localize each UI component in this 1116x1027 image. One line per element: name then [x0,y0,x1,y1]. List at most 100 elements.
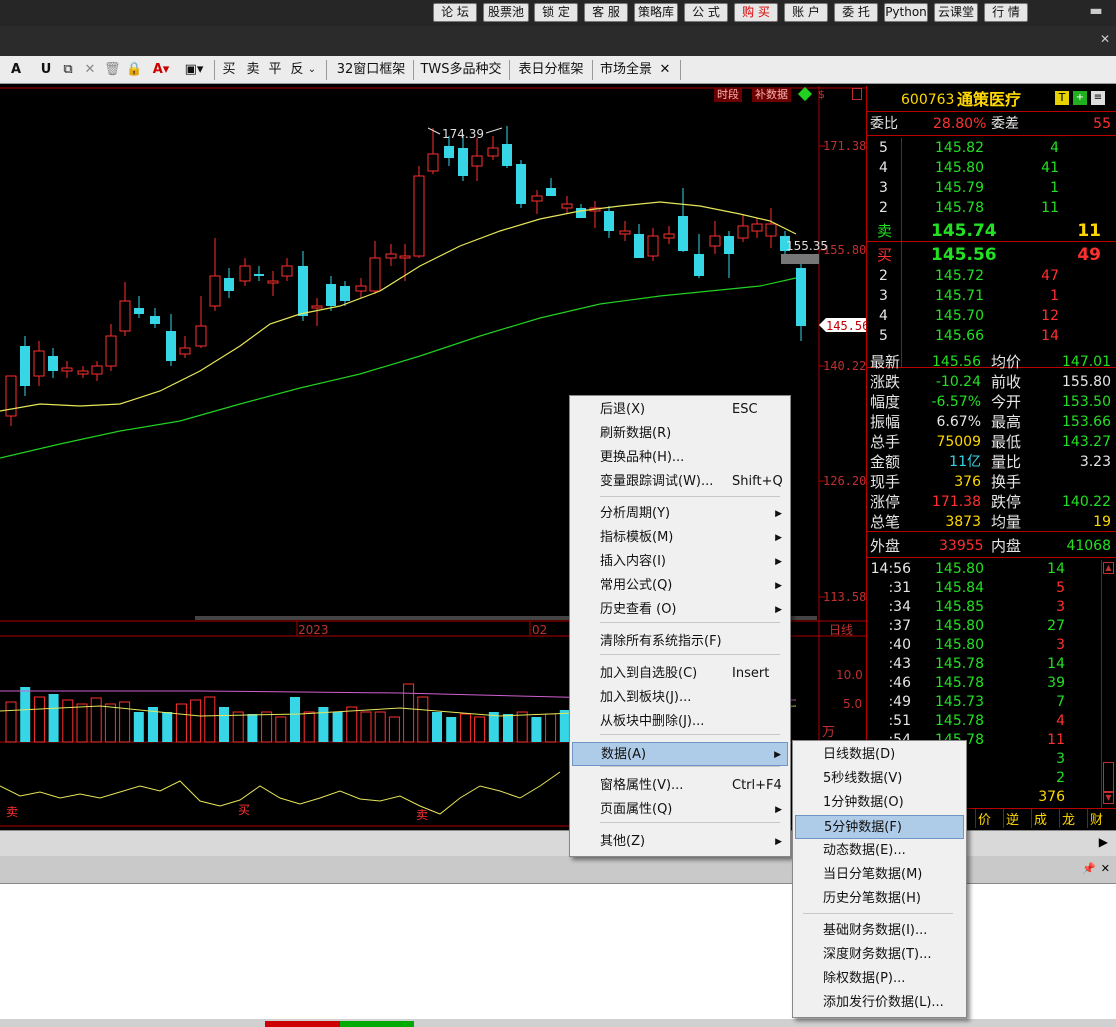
scroll-thumb[interactable] [1103,762,1114,792]
context-menu-item[interactable]: 窗格属性(V)... Ctrl+F4 [572,774,788,798]
bid-row[interactable]: 4 145.70 12 [867,306,1116,326]
scroll-right-icon[interactable]: ▶ [1099,835,1108,849]
tick-row: :43 145.78 14 [867,655,1101,674]
expand-icon[interactable]: + [1073,91,1087,105]
submenu-item[interactable]: 除权数据(P)... [795,967,964,991]
context-menu-item[interactable]: 从板块中删除(J)... [572,710,788,734]
tab-market-panorama[interactable]: 市场全景 [598,60,654,80]
context-menu-item[interactable]: 插入内容(I) ▶ [572,550,788,574]
submenu-item[interactable]: 添加发行价数据(L)... [795,991,964,1015]
close-position-tool[interactable]: 平 [266,60,284,80]
buy-button[interactable]: 购 买 [734,3,778,22]
volume-bar [531,717,542,742]
submenu-item[interactable]: 历史分笔数据(H) [795,887,964,911]
weibi-value: 28.80% [933,116,987,132]
quote-tab[interactable]: 龙 [1059,809,1075,828]
strategy-library-button[interactable]: 策略库 [634,3,678,22]
context-menu-item[interactable]: 更换品种(H)... [572,446,788,470]
ask-row[interactable]: 5 145.82 4 [867,138,1116,158]
save-icon[interactable]: ▣▾ [182,60,206,80]
current-price-tag: 145.56 [826,319,866,333]
font-icon[interactable]: A [8,60,24,80]
context-menu-item[interactable]: 页面属性(Q) ▶ [572,798,788,822]
tick-scrollbar[interactable]: ▲ ▼ [1101,560,1115,808]
bid-row[interactable]: 3 145.71 1 [867,286,1116,306]
context-menu-item[interactable]: 加入到板块(J)... [572,686,788,710]
python-button[interactable]: Python [884,3,928,22]
context-menu-item[interactable]: 指标模板(M) ▶ [572,526,788,550]
close-icon[interactable]: ✕ [1100,32,1110,46]
scroll-down-icon[interactable]: ▼ [1103,792,1114,804]
magnet-icon[interactable]: U [38,60,54,80]
pin-icon[interactable]: 📌 [1082,862,1096,875]
sell-tool[interactable]: 卖 [244,60,262,80]
context-menu-item[interactable]: 变量跟踪调试(W)... Shift+Q [572,470,788,494]
period-label[interactable]: 日线 [829,623,853,637]
submenu-item[interactable]: 动态数据(E)... [795,839,964,863]
quote-tab[interactable]: 逆 [1003,809,1019,828]
account-button[interactable]: 账 户 [784,3,828,22]
time-segment-button[interactable]: 时段 [714,88,742,102]
submenu-item[interactable]: 基础财务数据(I)... [795,919,964,943]
lock-button[interactable]: 锁 定 [534,3,578,22]
ask-row[interactable]: 2 145.78 11 [867,198,1116,218]
cloud-class-button[interactable]: 云课堂 [934,3,978,22]
close-icon[interactable]: ✕ [1101,862,1110,875]
submenu-item[interactable]: 5分钟数据(F) [795,815,964,839]
stock-pool-button[interactable]: 股票池 [483,3,529,22]
collapse-icon[interactable]: ≡ [1091,91,1105,105]
lock-icon[interactable]: 🔒 [126,60,142,80]
copy-icon[interactable]: ⧉ [60,60,76,80]
customer-service-button[interactable]: 客 服 [584,3,628,22]
quotes-button[interactable]: 行 情 [984,3,1028,22]
volume-bar [388,716,400,743]
window-close-icon[interactable]: ▬ [1082,3,1110,22]
order-button[interactable]: 委 托 [834,3,878,22]
bid-row[interactable]: 2 145.72 47 [867,266,1116,286]
buy-tool[interactable]: 买 [220,60,238,80]
context-menu-item[interactable]: 清除所有系统指示(F) [572,630,788,654]
bid-level: 3 [879,288,888,304]
tick-row: :51 145.78 4 [867,712,1101,731]
supplement-data-button[interactable]: 补数据 [752,88,791,102]
candle-body [150,316,160,324]
context-menu-item[interactable]: 刷新数据(R) [572,422,788,446]
tab-close-icon[interactable]: ✕ [656,60,674,80]
trash-icon[interactable]: 🗑 [104,60,121,80]
context-menu-item[interactable]: 数据(A) ▶ [572,742,788,766]
context-menu-item[interactable]: 常用公式(Q) ▶ [572,574,788,598]
quote-tab[interactable]: 财 [1087,809,1103,828]
submenu-item[interactable]: 日线数据(D) [795,743,964,767]
tab-table-time[interactable]: 表日分框架 [514,60,588,80]
tab-tws[interactable]: TWS多品种交 [418,60,504,80]
submenu-item[interactable]: 深度财务数据(T)... [795,943,964,967]
submenu-item[interactable]: 5秒线数据(V) [795,767,964,791]
context-menu-item[interactable]: 加入到自选股(C) Insert [572,662,788,686]
context-menu-item[interactable]: 后退(X) ESC [572,398,788,422]
context-menu-item[interactable]: 历史查看 (O) ▶ [572,598,788,622]
quote-tab[interactable]: 成 [1031,809,1047,828]
ask-row[interactable]: 3 145.79 1 [867,178,1116,198]
forum-button[interactable]: 论 坛 [433,3,477,22]
tick-volume: 376 [1038,789,1065,805]
quote-tab[interactable]: 价 [975,809,991,828]
context-menu-item[interactable]: 分析周期(Y) ▶ [572,502,788,526]
t-icon[interactable]: T [1055,91,1069,105]
delete-icon[interactable]: ✕ [82,60,98,80]
toolbar-dropdown-icon[interactable]: ⌄ [306,60,318,80]
reverse-tool[interactable]: 反 [288,60,306,80]
ask-row[interactable]: 4 145.80 41 [867,158,1116,178]
bid-row[interactable]: 5 145.66 14 [867,326,1116,346]
text-color-icon[interactable]: A▾ [150,60,172,80]
bid-price: 145.70 [935,308,984,324]
scroll-up-icon[interactable]: ▲ [1103,562,1114,574]
menu-item-label: 分析周期(Y) [600,506,671,521]
candle-body [340,286,350,301]
candle-body [61,367,73,372]
maximize-icon[interactable] [852,88,862,100]
submenu-item[interactable]: 当日分笔数据(M) [795,863,964,887]
submenu-item[interactable]: 1分钟数据(O) [795,791,964,815]
context-menu-item[interactable]: 其他(Z) ▶ [572,830,788,854]
tab-32-window[interactable]: 32窗口框架 [334,60,408,80]
formula-button[interactable]: 公 式 [684,3,728,22]
